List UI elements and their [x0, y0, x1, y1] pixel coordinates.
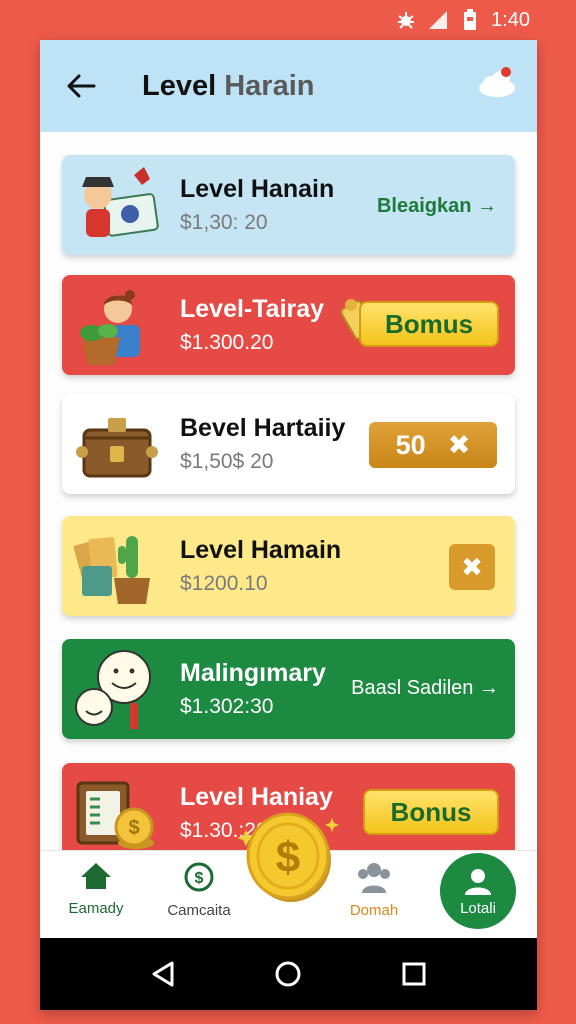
- signal-icon: [427, 9, 449, 31]
- money-and-cactus-icon: [72, 522, 162, 612]
- level-card-link-label: Baasl Sadilen: [351, 677, 474, 699]
- close-icon: ✖: [447, 429, 471, 460]
- svg-text:$: $: [128, 817, 139, 839]
- bonus-button[interactable]: Bomus: [359, 301, 499, 347]
- count-badge-button[interactable]: 50 ✖: [369, 422, 497, 468]
- level-card-title: Malingımary: [180, 659, 326, 687]
- status-bar: 1:40: [0, 0, 576, 40]
- system-navigation-bar: [40, 938, 537, 1010]
- level-card[interactable]: Level Hamain $1200.10 ✖: [62, 516, 515, 616]
- user-icon: [440, 867, 516, 900]
- treasure-chest-icon: [72, 400, 162, 490]
- nav-item-label: Domah: [349, 902, 399, 919]
- nav-item-label: Camcaita: [167, 902, 231, 919]
- level-card-amount: $1.300.20: [180, 331, 274, 354]
- svg-text:$: $: [276, 833, 300, 882]
- cloud-notification-icon[interactable]: [475, 64, 517, 100]
- level-card-amount: $1.302:30: [180, 695, 274, 718]
- close-icon: ✖: [461, 551, 483, 582]
- gold-coin-icon[interactable]: $: [236, 800, 342, 906]
- back-arrow-icon[interactable]: [64, 69, 98, 103]
- page-title-main: Level: [142, 69, 217, 102]
- home-icon: [79, 863, 113, 895]
- nav-item-lotali[interactable]: Lotali: [440, 853, 516, 929]
- level-card[interactable]: Malingımary $1.302:30 Baasl Sadilen →: [62, 639, 515, 739]
- dollar-circle-icon: $: [183, 862, 215, 897]
- boy-with-ticket-icon: [72, 161, 162, 251]
- svg-text:$: $: [195, 870, 204, 887]
- level-card-link-label: Bleaigkan: [376, 195, 472, 217]
- nav-item-camcaita[interactable]: $ Camcaita: [158, 861, 240, 919]
- level-card-amount: $1200.10: [180, 572, 268, 595]
- level-card-title: Level Hamain: [180, 536, 342, 564]
- level-card[interactable]: Level Hanain $1,30: 20 Bleaigkan →: [62, 155, 515, 255]
- nav-item-home[interactable]: Eamady: [62, 861, 130, 917]
- arrow-right-icon: →: [477, 195, 497, 217]
- app-screen: Level Harain Level Hanain $1,30: 20 Blea…: [40, 40, 537, 1010]
- level-card[interactable]: Level-Tairay $1.300.20 Bomus: [62, 275, 515, 375]
- level-card-amount: $1,30: 20: [180, 211, 268, 234]
- level-card-link[interactable]: Baasl Sadilen →: [351, 677, 499, 700]
- app-header: Level Harain: [40, 40, 537, 132]
- level-card-link[interactable]: Bleaigkan →: [377, 195, 497, 218]
- home-circle-icon[interactable]: [273, 959, 303, 989]
- level-card-title: Bevel Hartaiiy: [180, 414, 346, 442]
- back-triangle-icon[interactable]: [148, 959, 178, 989]
- girl-with-basket-icon: [72, 281, 162, 371]
- nav-item-domah[interactable]: Domah: [342, 861, 406, 919]
- bonus-button[interactable]: Bonus: [363, 789, 499, 835]
- level-card[interactable]: Bevel Hartaiiy $1,50$ 20 50 ✖: [62, 394, 515, 494]
- close-button[interactable]: ✖: [449, 544, 495, 590]
- nav-item-label: Eamady: [68, 900, 124, 917]
- page-title: Level Harain: [142, 70, 315, 103]
- people-icon: [356, 863, 392, 897]
- arrow-right-icon: →: [479, 677, 499, 699]
- status-clock: 1:40: [491, 8, 530, 31]
- safe-with-coins-icon: $: [72, 769, 162, 859]
- level-card-title: Level Hanain: [180, 175, 335, 203]
- level-card-title: Level-Tairay: [180, 295, 325, 323]
- battery-icon: [459, 9, 481, 31]
- bug-icon: [395, 9, 417, 31]
- recents-square-icon[interactable]: [399, 959, 429, 989]
- level-card-amount: $1,50$ 20: [180, 450, 274, 473]
- smiling-faces-icon: [72, 645, 162, 735]
- nav-item-label: Lotali: [460, 900, 496, 917]
- count-badge-value: 50: [395, 429, 426, 460]
- page-title-secondary: Harain: [224, 69, 315, 102]
